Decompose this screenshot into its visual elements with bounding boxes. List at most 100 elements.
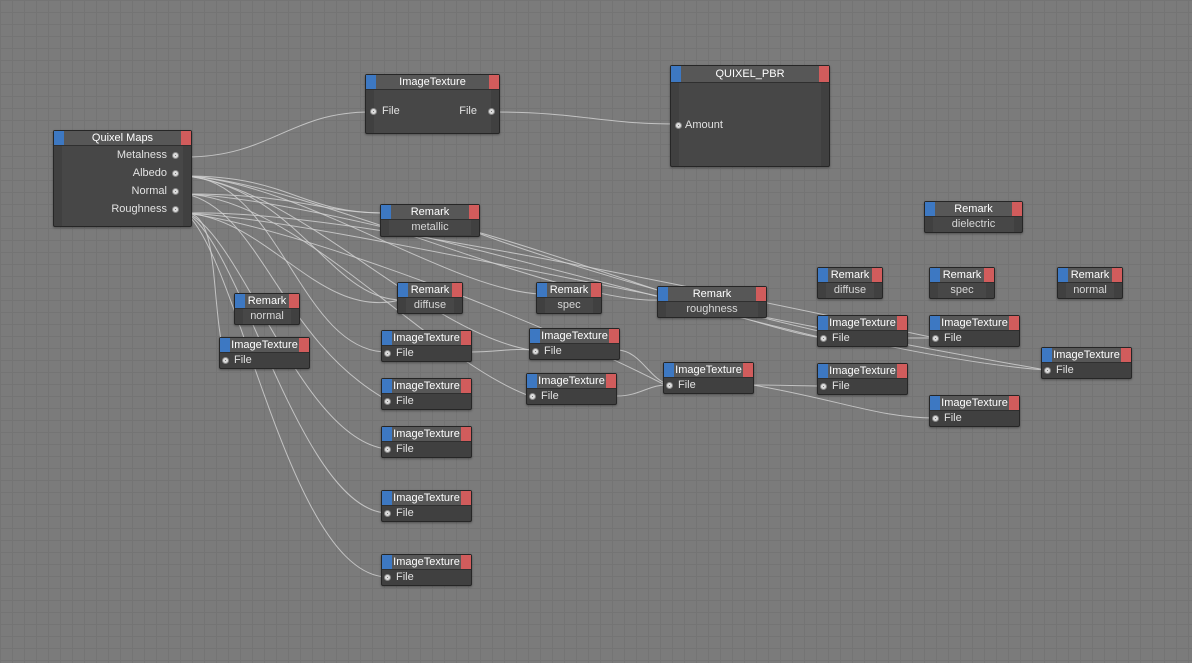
output-port-dot[interactable] (172, 206, 179, 213)
node-header[interactable]: ImageTexture (930, 396, 1019, 411)
input-port-dot[interactable] (384, 398, 391, 405)
node-header[interactable]: Remark (1058, 268, 1122, 283)
output-port-dot[interactable] (172, 170, 179, 177)
node-header[interactable]: ImageTexture (930, 316, 1019, 331)
input-cap[interactable] (818, 268, 828, 282)
input-port-dot[interactable] (529, 393, 536, 400)
image-texture-node[interactable]: ImageTexture File (529, 328, 620, 360)
input-port-dot[interactable] (370, 108, 377, 115)
output-cap[interactable] (489, 75, 499, 89)
image-texture-node[interactable]: ImageTexture File (381, 426, 472, 458)
port-file[interactable]: File (530, 344, 619, 359)
output-cap[interactable] (1121, 348, 1131, 362)
input-cap[interactable] (818, 316, 828, 330)
node-header[interactable]: ImageTexture (220, 338, 309, 353)
input-cap[interactable] (930, 268, 940, 282)
input-cap[interactable] (381, 205, 391, 219)
image-texture-node[interactable]: ImageTexture File (1041, 347, 1132, 379)
output-cap[interactable] (461, 379, 471, 393)
input-cap[interactable] (220, 338, 230, 352)
input-cap[interactable] (54, 131, 64, 145)
port-file[interactable]: File (930, 411, 1019, 426)
remark-node-normal-left[interactable]: Remark normal (234, 293, 300, 325)
node-header[interactable]: ImageTexture (366, 75, 499, 90)
output-cap[interactable] (461, 555, 471, 569)
node-header[interactable]: ImageTexture (382, 491, 471, 506)
input-port-dot[interactable] (384, 574, 391, 581)
node-header[interactable]: ImageTexture (1042, 348, 1131, 363)
port-file[interactable]: File (527, 389, 616, 404)
input-port-dot[interactable] (222, 357, 229, 364)
input-port-dot[interactable] (384, 350, 391, 357)
output-port-dot[interactable] (488, 108, 495, 115)
node-header[interactable]: ImageTexture (664, 363, 753, 378)
input-cap[interactable] (658, 287, 668, 301)
input-cap[interactable] (537, 283, 547, 297)
input-port-dot[interactable] (932, 415, 939, 422)
port-file[interactable]: File File (370, 102, 495, 120)
input-cap[interactable] (818, 364, 828, 378)
node-header[interactable]: Remark (658, 287, 766, 302)
image-texture-node[interactable]: ImageTexture File (663, 362, 754, 394)
remark-node-spec-right[interactable]: Remark spec (929, 267, 995, 299)
input-cap[interactable] (398, 283, 408, 297)
output-cap[interactable] (591, 283, 601, 297)
node-header[interactable]: ImageTexture (382, 555, 471, 570)
input-cap[interactable] (671, 66, 681, 82)
node-header[interactable]: Remark (930, 268, 994, 283)
input-cap[interactable] (930, 396, 940, 410)
input-cap[interactable] (664, 363, 674, 377)
output-cap[interactable] (743, 363, 753, 377)
node-header[interactable]: ImageTexture (818, 364, 907, 379)
input-cap[interactable] (382, 331, 392, 345)
input-cap[interactable] (1058, 268, 1068, 282)
image-texture-node[interactable]: ImageTexture File (219, 337, 310, 369)
node-header[interactable]: Remark (818, 268, 882, 283)
port-file[interactable]: File (818, 379, 907, 394)
remark-node-roughness[interactable]: Remark roughness (657, 286, 767, 318)
output-cap[interactable] (872, 268, 882, 282)
output-cap[interactable] (181, 131, 191, 145)
node-header[interactable]: Remark (398, 283, 462, 298)
output-cap[interactable] (461, 427, 471, 441)
port-file[interactable]: File (382, 442, 471, 457)
remark-node-spec-mid[interactable]: Remark spec (536, 282, 602, 314)
input-port-dot[interactable] (384, 510, 391, 517)
image-texture-node[interactable]: ImageTexture File (381, 554, 472, 586)
output-cap[interactable] (609, 329, 619, 343)
remark-node-normal-right[interactable]: Remark normal (1057, 267, 1123, 299)
output-port-dot[interactable] (172, 188, 179, 195)
output-cap[interactable] (1112, 268, 1122, 282)
port-file[interactable]: File (818, 331, 907, 346)
input-cap[interactable] (530, 329, 540, 343)
input-port-dot[interactable] (820, 383, 827, 390)
port-file[interactable]: File (930, 331, 1019, 346)
output-cap[interactable] (1009, 316, 1019, 330)
node-header[interactable]: ImageTexture (818, 316, 907, 331)
output-cap[interactable] (756, 287, 766, 301)
quixel-maps-node[interactable]: Quixel Maps Metalness Albedo Normal Roug… (53, 130, 192, 227)
image-texture-node-top[interactable]: ImageTexture File File (365, 74, 500, 134)
port-albedo[interactable]: Albedo (62, 164, 183, 182)
input-cap[interactable] (1042, 348, 1052, 362)
output-cap[interactable] (299, 338, 309, 352)
node-header[interactable]: ImageTexture (382, 331, 471, 346)
input-cap[interactable] (366, 75, 376, 89)
quixel-pbr-node[interactable]: QUIXEL_PBR Amount (670, 65, 830, 167)
output-port-dot[interactable] (172, 152, 179, 159)
port-file[interactable]: File (382, 570, 471, 585)
output-cap[interactable] (1009, 396, 1019, 410)
output-cap[interactable] (1012, 202, 1022, 216)
input-cap[interactable] (382, 555, 392, 569)
input-port-dot[interactable] (932, 335, 939, 342)
node-header[interactable]: QUIXEL_PBR (671, 66, 829, 83)
port-file[interactable]: File (382, 346, 471, 361)
input-port-dot[interactable] (532, 348, 539, 355)
remark-node-metallic[interactable]: Remark metallic (380, 204, 480, 237)
node-header[interactable]: Remark (537, 283, 601, 298)
input-port-dot[interactable] (1044, 367, 1051, 374)
port-normal[interactable]: Normal (62, 182, 183, 200)
input-cap[interactable] (382, 379, 392, 393)
image-texture-node[interactable]: ImageTexture File (381, 378, 472, 410)
output-cap[interactable] (469, 205, 479, 219)
